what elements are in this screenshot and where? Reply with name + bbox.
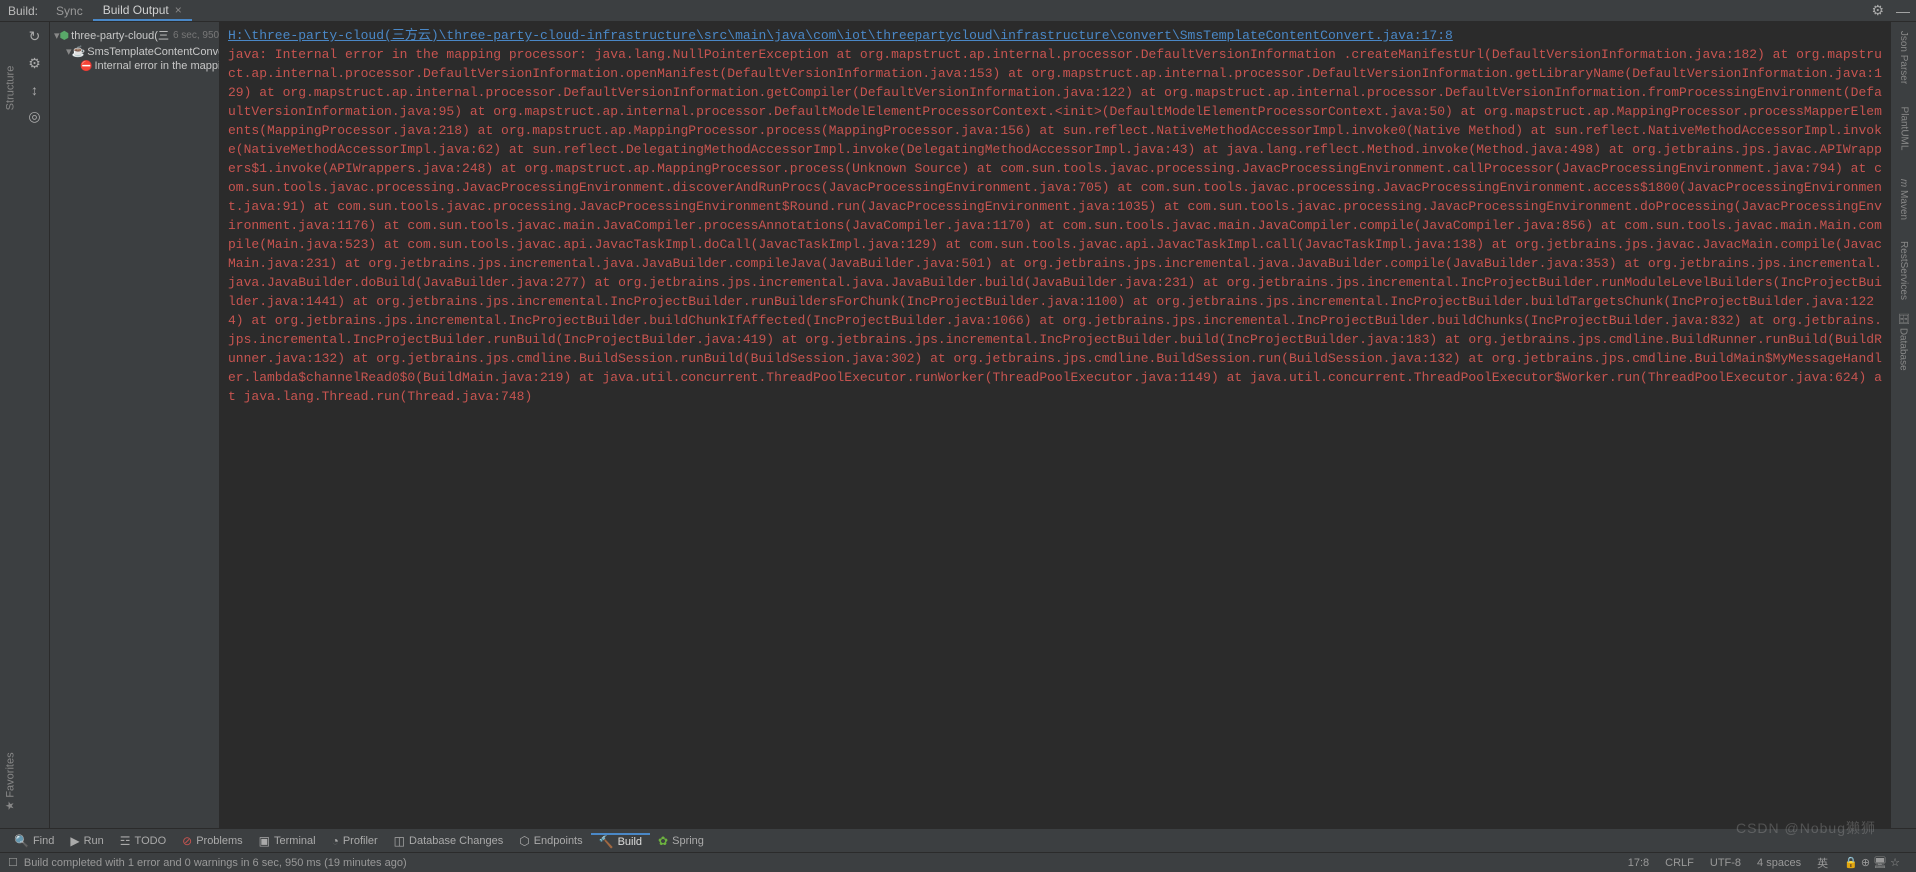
- favorites-tool[interactable]: ★ Favorites: [4, 752, 17, 810]
- run-tool[interactable]: ▶Run: [62, 834, 111, 848]
- java-file-icon: ☕: [72, 45, 86, 58]
- right-tool-strip: Json Parser PlantUML m Maven RestService…: [1890, 22, 1916, 828]
- terminal-tool[interactable]: ▣Terminal: [251, 834, 324, 848]
- status-bar: ☐ Build completed with 1 error and 0 war…: [0, 852, 1916, 872]
- terminal-icon: ▣: [259, 834, 270, 848]
- structure-tool[interactable]: Structure: [4, 66, 16, 111]
- build-output-console[interactable]: H:\three-party-cloud(三方云)\three-party-cl…: [220, 22, 1890, 828]
- build-tree: ▾ ⬢ three-party-cloud(三 6 sec, 950 ms ▾ …: [50, 22, 220, 828]
- restservices-tool[interactable]: RestServices: [1898, 241, 1909, 300]
- caret-position[interactable]: 17:8: [1620, 857, 1657, 869]
- endpoints-tool[interactable]: ⬡Endpoints: [511, 834, 590, 848]
- todo-tool[interactable]: ☲TODO: [112, 834, 174, 848]
- stack-trace: java: Internal error in the mapping proc…: [228, 45, 1882, 406]
- indent[interactable]: 4 spaces: [1749, 857, 1809, 869]
- expand-icon[interactable]: ↕: [31, 82, 38, 98]
- tree-root[interactable]: ▾ ⬢ three-party-cloud(三 6 sec, 950 ms: [52, 26, 217, 44]
- maven-tool[interactable]: m Maven: [1898, 179, 1909, 220]
- play-icon: ▶: [70, 834, 79, 848]
- find-tool[interactable]: 🔍Find: [6, 834, 62, 848]
- bottom-tool-bar: 🔍Find ▶Run ☲TODO ⊘Problems ▣Terminal ◔Pr…: [0, 828, 1916, 852]
- encoding[interactable]: UTF-8: [1702, 857, 1749, 869]
- minimize-icon[interactable]: —: [1890, 3, 1916, 19]
- plantuml-tool[interactable]: PlantUML: [1898, 107, 1909, 151]
- profiler-tool[interactable]: ◔Profiler: [324, 834, 386, 848]
- build-label: Build:: [8, 4, 38, 18]
- dbchanges-tool[interactable]: ◫Database Changes: [386, 834, 512, 848]
- warning-icon: ⊘: [182, 834, 192, 848]
- search-icon: 🔍: [14, 834, 29, 848]
- build-toolbar: ↻ ⚙ ↕ ◎: [20, 22, 50, 828]
- target-icon[interactable]: ◎: [28, 108, 40, 125]
- spring-tool[interactable]: ✿Spring: [650, 834, 712, 848]
- endpoints-icon: ⬡: [519, 834, 529, 848]
- gear-icon[interactable]: ⚙: [1865, 2, 1890, 19]
- tree-error[interactable]: ⛔ Internal error in the mapping: [52, 59, 217, 73]
- left-tool-strip: Structure ★ Favorites: [0, 22, 20, 828]
- rerun-icon[interactable]: ↻: [29, 28, 41, 45]
- status-right-icons[interactable]: 🔒 ⊕ 🖥 ☆: [1836, 856, 1908, 869]
- jsonparser-tool[interactable]: Json Parser: [1898, 31, 1909, 84]
- status-icon: ☐: [8, 856, 18, 869]
- problems-tool[interactable]: ⊘Problems: [174, 834, 251, 848]
- hammer-icon: 🔨: [599, 835, 614, 849]
- database-tool[interactable]: 🗄 Database: [1898, 312, 1909, 370]
- tab-sync[interactable]: Sync: [46, 2, 93, 20]
- tab-build-output[interactable]: Build Output×: [93, 1, 192, 21]
- spring-icon: ✿: [658, 834, 668, 848]
- error-icon: ⛔: [80, 61, 92, 72]
- db-icon: ◫: [394, 834, 405, 848]
- error-path-link[interactable]: H:\three-party-cloud(三方云)\three-party-cl…: [228, 28, 1453, 43]
- close-icon[interactable]: ×: [175, 3, 182, 17]
- build-tab-bar: Build: Sync Build Output× ⚙ —: [0, 0, 1916, 22]
- build-tool[interactable]: 🔨Build: [591, 833, 650, 849]
- line-separator[interactable]: CRLF: [1657, 857, 1702, 869]
- tree-file[interactable]: ▾ ☕ SmsTemplateContentConvert.ja: [52, 44, 217, 59]
- status-message: Build completed with 1 error and 0 warni…: [24, 857, 1620, 869]
- module-icon: ⬢: [60, 29, 70, 42]
- profiler-icon: ◔: [332, 834, 339, 848]
- ime-status[interactable]: 英: [1809, 855, 1836, 871]
- filter-icon[interactable]: ⚙: [28, 55, 41, 72]
- todo-icon: ☲: [120, 834, 131, 848]
